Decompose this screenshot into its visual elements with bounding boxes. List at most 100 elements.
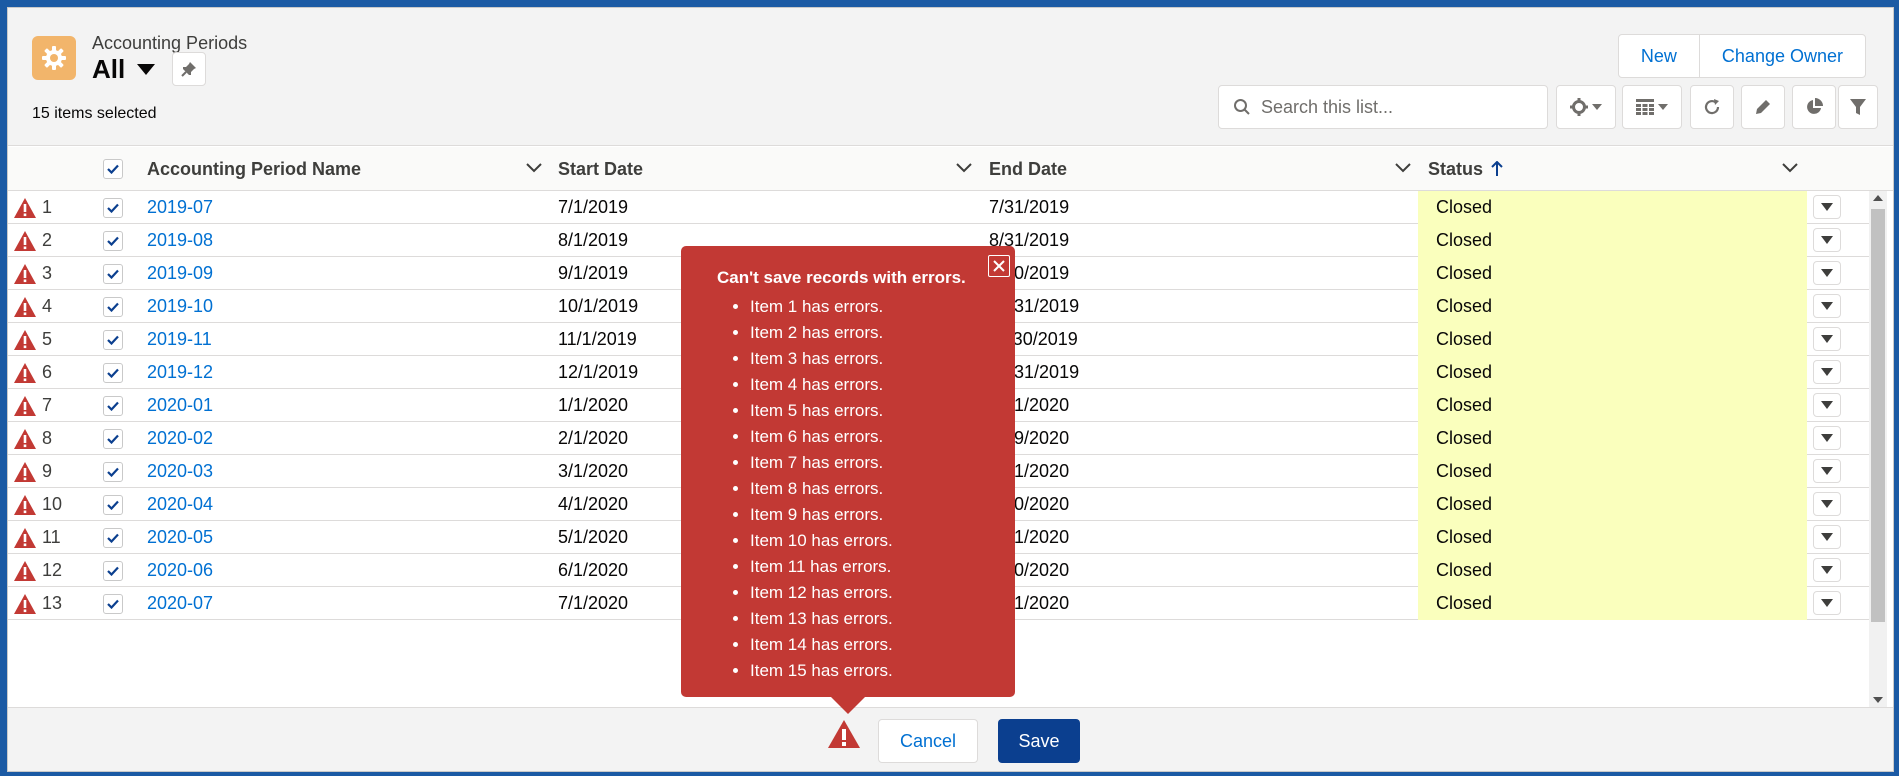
warning-icon[interactable] <box>13 422 37 455</box>
row-actions-button[interactable] <box>1813 591 1841 615</box>
row-checkbox[interactable] <box>103 554 123 587</box>
row-actions-button[interactable] <box>1813 426 1841 450</box>
warning-icon[interactable] <box>13 554 37 587</box>
row-actions-button[interactable] <box>1813 492 1841 516</box>
row-actions-button[interactable] <box>1813 525 1841 549</box>
accounting-period-link[interactable]: 2020-05 <box>147 521 213 554</box>
status-cell[interactable]: Closed <box>1418 356 1807 389</box>
gear-icon <box>1570 98 1588 116</box>
scrollbar-thumb[interactable] <box>1871 209 1885 622</box>
column-header-start-date[interactable]: Start Date <box>558 147 643 191</box>
row-checkbox[interactable] <box>103 389 123 422</box>
status-cell[interactable]: Closed <box>1418 191 1807 224</box>
table-scrollbar[interactable] <box>1869 191 1887 707</box>
row-actions-button[interactable] <box>1813 228 1841 252</box>
row-actions-button[interactable] <box>1813 459 1841 483</box>
select-all-checkbox[interactable] <box>103 147 123 191</box>
chevron-down-icon[interactable] <box>1395 163 1411 173</box>
list-view-controls-button[interactable] <box>1556 85 1616 129</box>
status-cell[interactable]: Closed <box>1418 488 1807 521</box>
accounting-period-link[interactable]: 2019-07 <box>147 191 213 224</box>
row-actions-button[interactable] <box>1813 327 1841 351</box>
accounting-period-link[interactable]: 2019-08 <box>147 224 213 257</box>
row-checkbox[interactable] <box>103 422 123 455</box>
row-checkbox[interactable] <box>103 290 123 323</box>
chevron-down-icon[interactable] <box>1782 163 1798 173</box>
accounting-period-link[interactable]: 2020-07 <box>147 587 213 620</box>
warning-icon[interactable] <box>13 521 37 554</box>
warning-icon[interactable] <box>13 224 37 257</box>
status-cell[interactable]: Closed <box>1418 422 1807 455</box>
row-checkbox[interactable] <box>103 488 123 521</box>
row-checkbox[interactable] <box>103 323 123 356</box>
accounting-period-link[interactable]: 2020-06 <box>147 554 213 587</box>
row-checkbox[interactable] <box>103 191 123 224</box>
column-header-name[interactable]: Accounting Period Name <box>147 147 361 191</box>
row-actions-button[interactable] <box>1813 360 1841 384</box>
row-checkbox[interactable] <box>103 587 123 620</box>
accounting-period-link[interactable]: 2020-01 <box>147 389 213 422</box>
row-actions-button[interactable] <box>1813 261 1841 285</box>
chevron-down-icon[interactable] <box>956 163 972 173</box>
status-cell[interactable]: Closed <box>1418 323 1807 356</box>
view-name: All <box>92 54 126 84</box>
status-cell[interactable]: Closed <box>1418 554 1807 587</box>
accounting-period-link[interactable]: 2020-02 <box>147 422 213 455</box>
search-input[interactable] <box>1261 96 1531 118</box>
scroll-up-icon[interactable] <box>1873 195 1883 201</box>
charts-button[interactable] <box>1792 85 1836 129</box>
new-button[interactable]: New <box>1619 35 1699 77</box>
row-actions-button[interactable] <box>1813 558 1841 582</box>
change-owner-button[interactable]: Change Owner <box>1698 35 1865 77</box>
warning-icon[interactable] <box>13 389 37 422</box>
edit-list-button[interactable] <box>1741 85 1785 129</box>
chevron-down-icon[interactable] <box>526 163 542 173</box>
pin-icon <box>181 62 196 77</box>
display-as-button[interactable] <box>1622 85 1682 129</box>
warning-icon[interactable] <box>13 290 37 323</box>
row-checkbox[interactable] <box>103 455 123 488</box>
warning-icon[interactable] <box>13 323 37 356</box>
status-cell[interactable]: Closed <box>1418 587 1807 620</box>
refresh-button[interactable] <box>1690 85 1734 129</box>
filter-button[interactable] <box>1838 85 1878 129</box>
list-view-window: Accounting Periods All 15 items selected… <box>7 7 1894 772</box>
row-checkbox[interactable] <box>103 521 123 554</box>
status-cell[interactable]: Closed <box>1418 521 1807 554</box>
warning-icon[interactable] <box>13 455 37 488</box>
row-checkbox[interactable] <box>103 257 123 290</box>
scroll-down-icon[interactable] <box>1873 697 1883 703</box>
close-popover-button[interactable] <box>988 255 1010 277</box>
status-cell[interactable]: Closed <box>1418 389 1807 422</box>
status-cell[interactable]: Closed <box>1418 290 1807 323</box>
warning-icon[interactable] <box>13 587 37 620</box>
row-actions-button[interactable] <box>1813 195 1841 219</box>
row-actions-button[interactable] <box>1813 393 1841 417</box>
accounting-period-link[interactable]: 2020-04 <box>147 488 213 521</box>
accounting-period-link[interactable]: 2019-11 <box>147 323 212 356</box>
column-header-end-date[interactable]: End Date <box>989 147 1067 191</box>
warning-icon[interactable] <box>13 488 37 521</box>
row-actions-button[interactable] <box>1813 294 1841 318</box>
status-cell[interactable]: Closed <box>1418 455 1807 488</box>
checkmark-icon <box>107 164 119 174</box>
cancel-button[interactable]: Cancel <box>878 719 978 763</box>
error-list-item: Item 15 has errors. <box>750 658 987 684</box>
error-list-item: Item 13 has errors. <box>750 606 987 632</box>
accounting-period-link[interactable]: 2019-09 <box>147 257 213 290</box>
accounting-period-link[interactable]: 2020-03 <box>147 455 213 488</box>
warning-icon[interactable] <box>13 257 37 290</box>
status-cell[interactable]: Closed <box>1418 257 1807 290</box>
column-header-status[interactable]: Status <box>1428 147 1503 191</box>
pin-list-view-button[interactable] <box>172 52 206 86</box>
list-view-selector[interactable]: All <box>92 54 156 85</box>
save-button[interactable]: Save <box>998 719 1080 763</box>
warning-icon[interactable] <box>13 191 37 224</box>
warning-icon[interactable] <box>827 719 861 749</box>
warning-icon[interactable] <box>13 356 37 389</box>
row-checkbox[interactable] <box>103 356 123 389</box>
accounting-period-link[interactable]: 2019-10 <box>147 290 213 323</box>
status-cell[interactable]: Closed <box>1418 224 1807 257</box>
row-checkbox[interactable] <box>103 224 123 257</box>
accounting-period-link[interactable]: 2019-12 <box>147 356 213 389</box>
